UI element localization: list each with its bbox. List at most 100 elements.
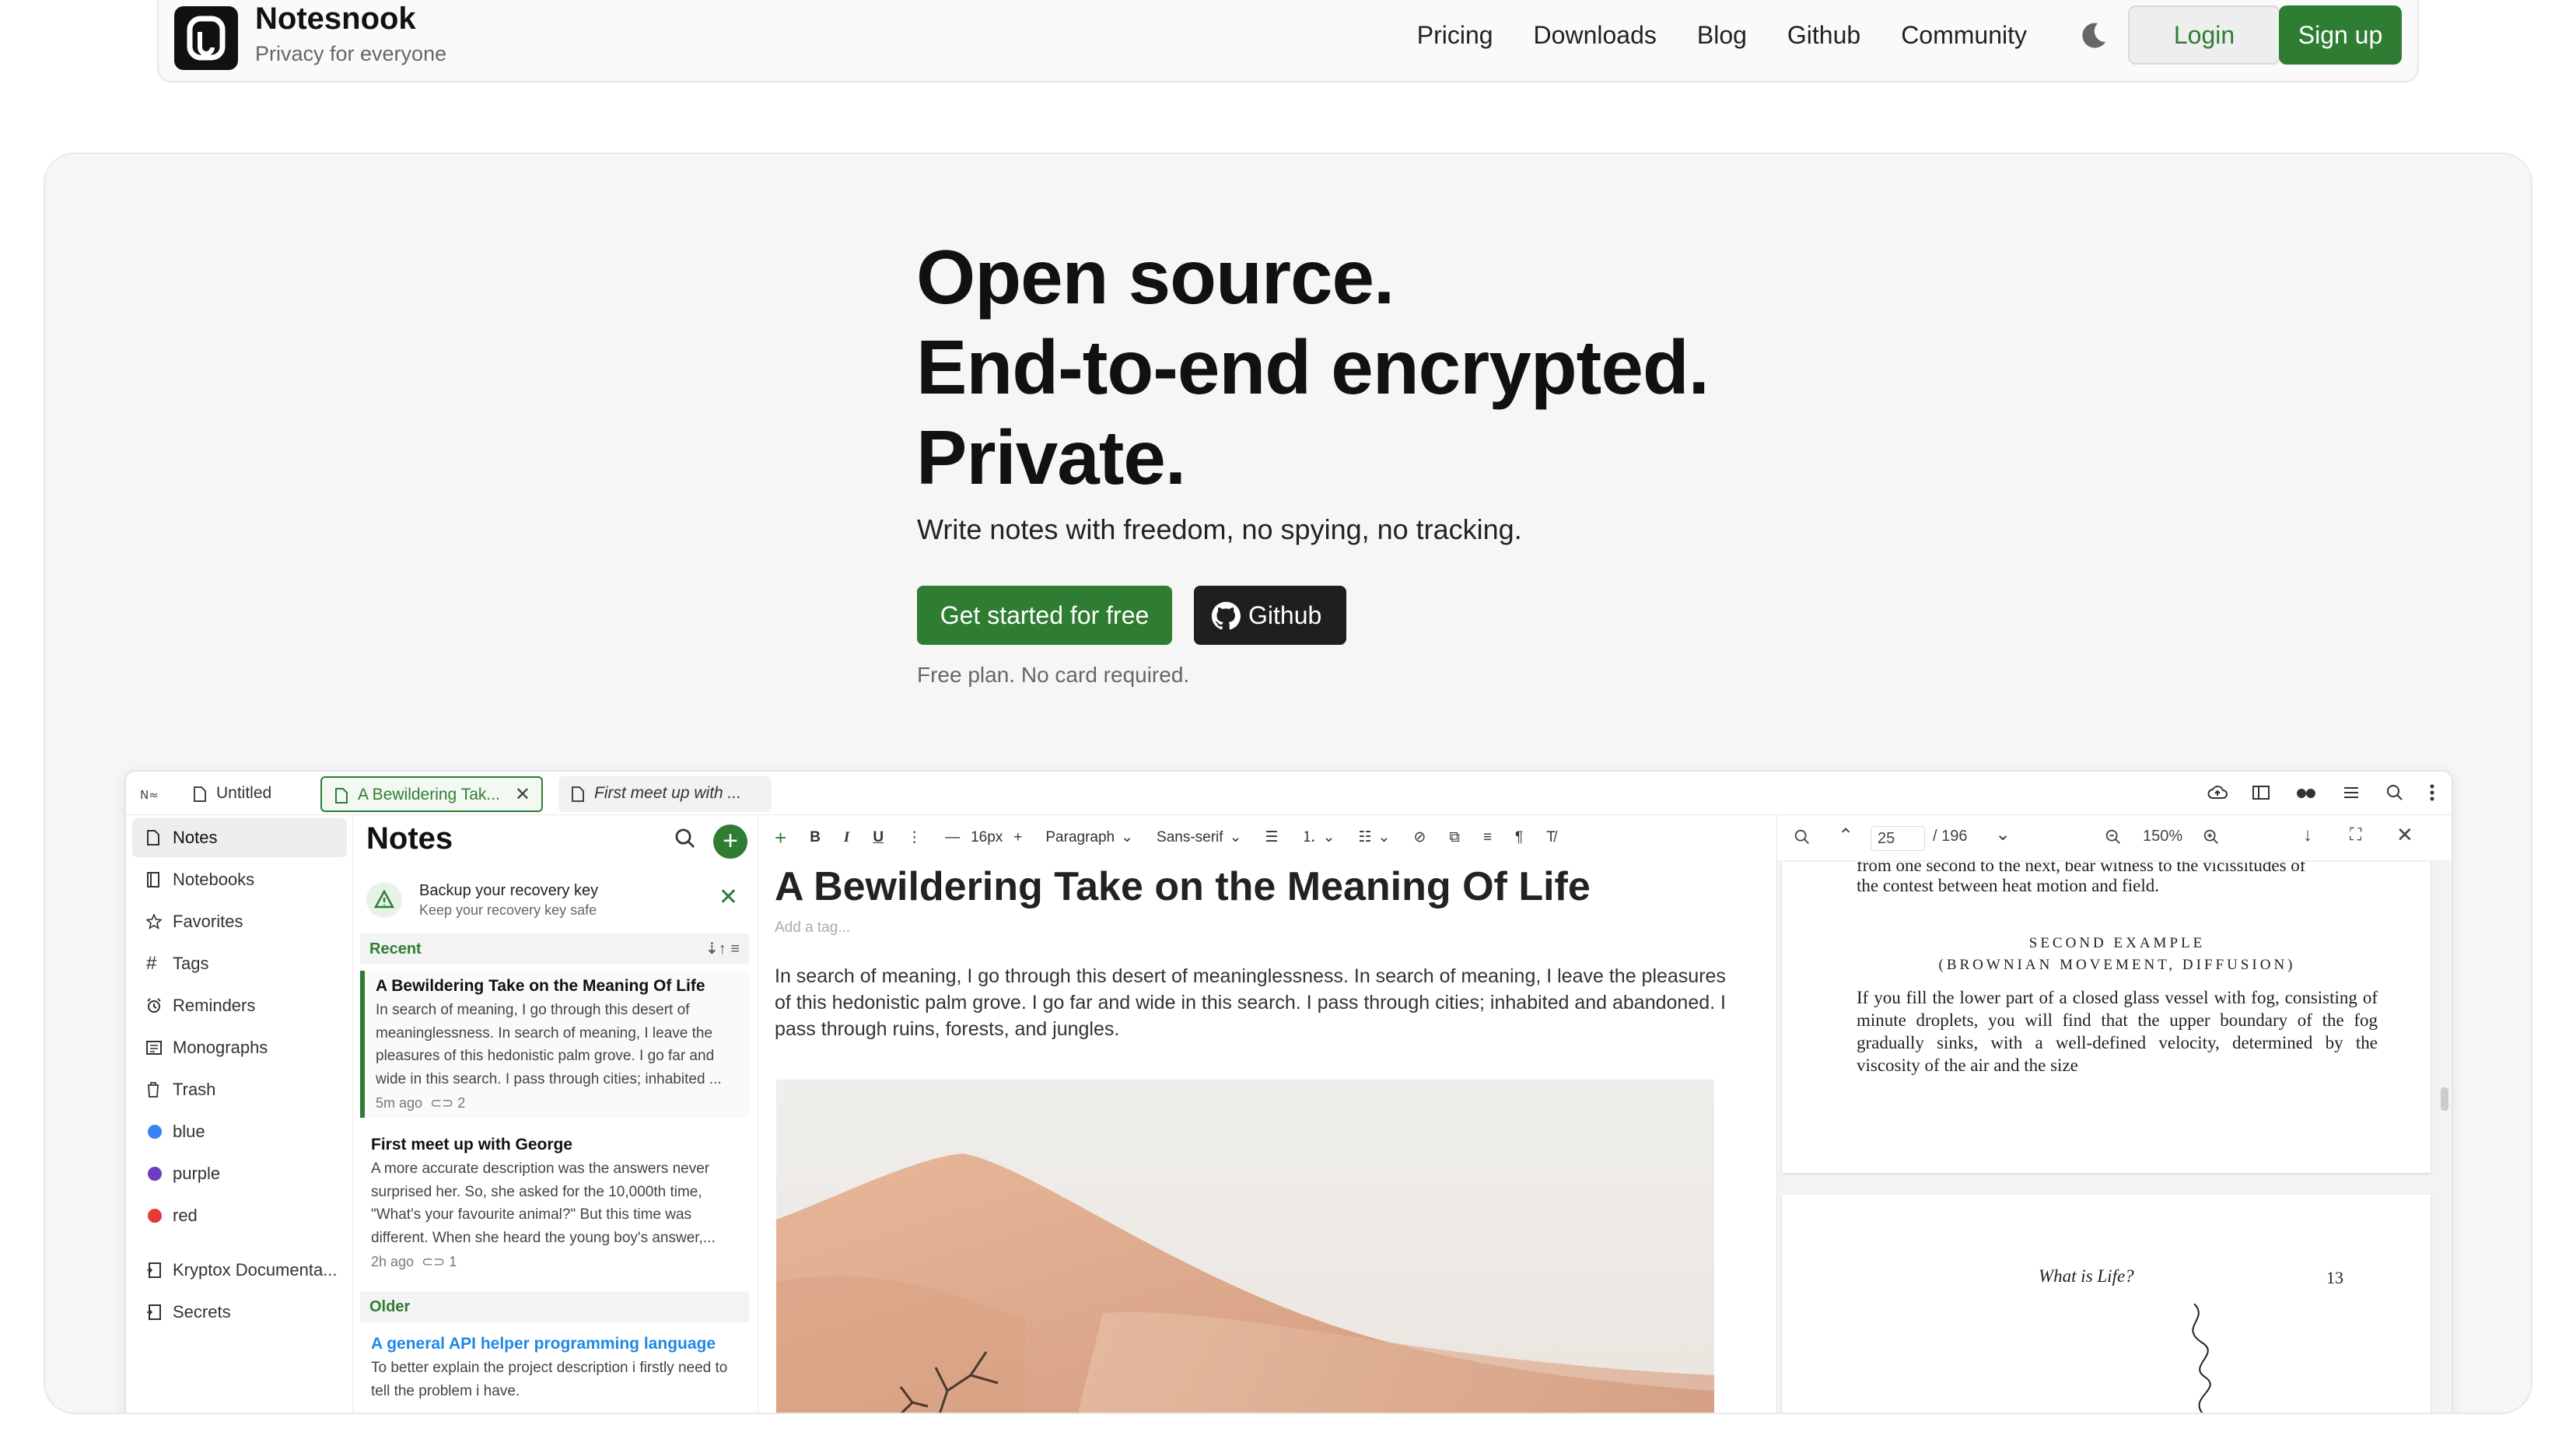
sidebar-item-color-red[interactable]: red [132,1196,347,1235]
note-time: 5m ago [376,1095,423,1111]
hero-subline: Write notes with freedom, no spying, no … [917,513,1522,545]
chevron-down-icon[interactable]: ⌄ [1378,815,1391,860]
table-of-contents-icon[interactable] [2341,783,2361,803]
add-tag-input[interactable]: Add a tag... [775,919,850,937]
font-family-select[interactable]: Sans-serif [1157,815,1223,860]
backup-recovery-key-banner[interactable]: Backup your recovery key Keep your recov… [360,873,749,927]
note-editor: + B I U ⋮ — 16px + Paragraph ⌄ Sans-seri… [759,815,1775,1413]
sidebar-shortcut-secrets[interactable]: Secrets [132,1293,347,1332]
nav-link-blog[interactable]: Blog [1697,16,1747,54]
tab-first-meet-up[interactable]: First meet up with ... [558,776,772,812]
focus-mode-icon[interactable] [2294,783,2318,803]
insert-block-icon[interactable]: + [775,815,786,860]
sidebar-item-label: purple [173,1164,221,1183]
group-header-recent: Recent ⇣↑ ≡ [360,933,749,965]
login-button[interactable]: Login [2128,5,2280,65]
align-left-icon[interactable]: ≡ [1483,815,1492,860]
get-started-button[interactable]: Get started for free [917,586,1172,645]
underline-icon[interactable]: U [873,815,884,860]
font-size-value[interactable]: 16px [971,815,1003,860]
sidebar-item-color-purple[interactable]: purple [132,1154,347,1193]
add-note-button[interactable]: + [713,825,747,859]
tab-untitled[interactable]: Untitled [180,776,305,812]
signup-button[interactable]: Sign up [2279,5,2402,65]
block-type-select[interactable]: Paragraph [1045,815,1115,860]
sidebar-shortcut-kryptox[interactable]: Kryptox Documenta... [132,1251,347,1290]
zoom-out-icon[interactable] [2104,828,2123,846]
sidebar-item-notes[interactable]: Notes [132,818,347,857]
search-icon[interactable] [673,826,698,851]
note-title-input[interactable]: A Bewildering Take on the Meaning Of Lif… [775,863,1591,910]
note-list-item[interactable]: A Bewildering Take on the Meaning Of Lif… [360,971,749,1118]
copy-icon[interactable]: ⧉ [1449,815,1460,860]
group-header-older: Older [360,1291,749,1322]
page-number-input[interactable]: 25 [1871,826,1925,851]
cloud-sync-icon[interactable] [2207,783,2228,803]
warning-icon [366,882,402,918]
numbered-list-icon[interactable]: ⒈ [1302,815,1317,860]
note-list-item[interactable]: A general API helper programming languag… [360,1329,749,1409]
increase-font-icon[interactable]: + [1013,815,1022,860]
sidebar-item-monographs[interactable]: Monographs [132,1028,347,1067]
headline-line-1: Open source. [916,234,1395,320]
sidebar-item-color-blue[interactable]: blue [132,1112,347,1151]
search-icon[interactable] [2385,783,2405,803]
github-button[interactable]: Github [1194,586,1346,645]
top-navigation-bar: Notesnook Privacy for everyone Pricing D… [157,0,2419,82]
close-icon[interactable]: ✕ [2396,823,2413,847]
pdf-scrollbar[interactable] [2441,1087,2448,1111]
notesnook-logo[interactable] [174,6,238,70]
hash-icon: # [146,953,157,974]
free-plan-note: Free plan. No card required. [917,663,1190,687]
note-preview: To better explain the project descriptio… [371,1360,728,1399]
note-body[interactable]: In search of meaning, I go through this … [775,963,1731,1042]
bold-icon[interactable]: B [810,815,821,860]
star-icon [146,914,162,930]
search-icon[interactable] [1793,828,1811,846]
zoom-in-icon[interactable] [2202,828,2221,846]
close-tab-icon[interactable]: ✕ [515,778,530,812]
link-icon[interactable]: ⊘ [1413,815,1426,860]
nav-link-community[interactable]: Community [1901,16,2027,54]
page-total: / 196 [1933,828,1968,845]
chevron-down-icon[interactable]: ⌄ [1230,815,1242,860]
sidebar-item-trash[interactable]: Trash [132,1070,347,1109]
note-preview: A more accurate description was the answ… [371,1161,716,1246]
notes-list-panel: Notes + Backup your recovery key Keep yo… [354,815,758,1413]
sort-options-icon[interactable]: ⇣↑ ≡ [705,933,740,965]
pdf-paragraph: If you fill the lower part of a closed g… [1857,988,2378,1075]
download-icon[interactable]: ↓ [2303,825,2312,846]
clear-formatting-icon[interactable]: T̸ [1546,815,1556,860]
checklist-icon[interactable]: ☷ [1358,815,1371,860]
split-view-icon[interactable] [2251,783,2271,803]
sidebar-item-reminders[interactable]: Reminders [132,986,347,1025]
nav-link-downloads[interactable]: Downloads [1534,16,1657,54]
italic-icon[interactable]: I [844,815,849,860]
fullscreen-icon[interactable]: ⛶ [2350,825,2361,845]
paragraph-icon[interactable]: ¶ [1515,815,1523,860]
more-formatting-icon[interactable]: ⋮ [907,815,922,860]
backup-title: Backup your recovery key [419,882,599,899]
note-list-item[interactable]: First meet up with George A more accurat… [360,1129,749,1276]
chevron-up-icon[interactable]: ⌃ [1838,825,1853,847]
brand-name[interactable]: Notesnook [255,2,416,37]
chevron-down-icon[interactable]: ⌄ [1121,815,1133,860]
dismiss-banner-icon[interactable]: ✕ [719,884,738,911]
sidebar-item-tags[interactable]: # Tags [132,944,347,983]
decrease-font-icon[interactable]: — [945,815,960,860]
tab-bewildering-take[interactable]: A Bewildering Tak... ✕ [320,776,543,812]
chevron-down-icon[interactable]: ⌄ [1323,815,1335,860]
more-options-icon[interactable] [2428,783,2436,803]
bullet-list-icon[interactable]: ☰ [1265,815,1278,860]
nav-link-github[interactable]: Github [1787,16,1860,54]
note-meta: 5m ago ⊂⊃ 2 [376,1095,740,1112]
note-title: A Bewildering Take on the Meaning Of Lif… [376,977,705,995]
note-preview: In search of meaning, I go through this … [376,1002,722,1087]
chevron-down-icon[interactable]: ⌄ [1995,823,2011,846]
nav-link-pricing[interactable]: Pricing [1417,16,1493,54]
tab-label: First meet up with ... [594,784,742,802]
sidebar-item-favorites[interactable]: Favorites [132,902,347,941]
trash-icon [148,1082,159,1098]
sidebar-item-notebooks[interactable]: Notebooks [132,860,347,899]
dark-mode-toggle-icon[interactable] [2077,19,2109,51]
